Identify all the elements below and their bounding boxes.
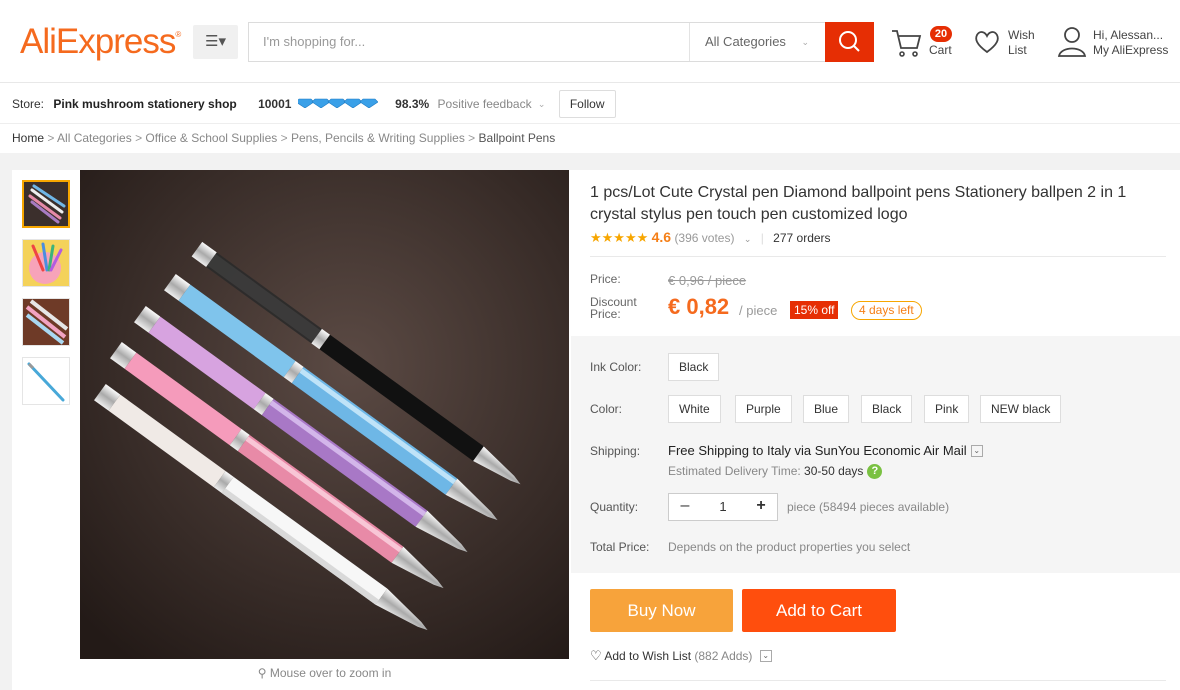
category-select[interactable]: All Categories ⌄ [689,23,825,61]
thumbnail-4[interactable] [22,357,70,405]
quantity-decrease-button[interactable]: – [673,494,697,520]
divider [590,680,1166,681]
days-left-badge: 4 days left [851,301,922,320]
site-header: AliExpress® ☰▾ I'm shopping for... All C… [0,0,1180,83]
discount-price: € 0,82 [668,294,730,319]
total-price-text: Depends on the product properties you se… [668,540,911,554]
store-score: 10001 [258,96,292,111]
breadcrumb-all-categories[interactable]: All Categories [57,131,132,145]
color-option-white[interactable]: White [668,395,721,423]
product-title: 1 pcs/Lot Cute Crystal pen Diamond ballp… [590,184,1127,223]
add-to-cart-button[interactable]: Add to Cart [742,589,896,632]
thumbnail-3[interactable] [22,298,70,346]
chevron-down-icon: ⌄ [801,37,809,47]
magnifier-icon: ⚲ [257,666,267,680]
thumbnail-1[interactable] [22,180,70,228]
cart-link[interactable]: 20 Cart [889,22,959,62]
price-label: Price: [590,272,621,286]
diamond-rank-icons [295,85,379,123]
color-option-blue[interactable]: Blue [803,395,850,423]
rating-row: ★★★★★ 4.6 (396 votes) ⌄ | 277 orders [590,229,831,245]
thumbnail-2[interactable] [22,239,70,287]
total-price-label: Total Price: [590,540,650,554]
buy-now-button[interactable]: Buy Now [590,589,733,632]
chevron-down-icon: ⌄ [537,98,546,109]
ink-color-label: Ink Color: [590,360,642,374]
my-aliexpress-label: My AliExpress [1093,43,1169,57]
diamond-icon [295,98,379,109]
quantity-increase-button[interactable]: + [749,494,773,520]
heart-icon [975,31,999,54]
zoom-hint: ⚲ Mouse over to zoom in [257,666,392,680]
rating-value: 4.6 [651,229,672,245]
delivery-time: Estimated Delivery Time: 30-50 days? [668,464,883,480]
shipping-label: Shipping: [590,444,641,458]
crystal-pens-illustration [80,170,569,659]
search-button[interactable] [825,22,874,62]
discount-badge: 15% off [790,301,839,319]
shipping-method[interactable]: Free Shipping to Italy via SunYou Econom… [668,443,983,458]
votes-count[interactable]: (396 votes) [674,231,734,245]
wishlist-dropdown-icon[interactable]: ⌄ [759,649,772,662]
cart-label: Cart [929,43,952,57]
category-menu-button[interactable]: ☰▾ [193,25,238,59]
search-icon [839,31,860,52]
feedback-percent: 98.3% [395,96,430,111]
breadcrumb-home[interactable]: Home [12,131,44,145]
follow-button[interactable]: Follow [558,89,616,118]
account-link[interactable]: Hi, Alessan... My AliExpress [1053,22,1180,62]
orders-count: 277 orders [773,231,831,245]
search-bar: I'm shopping for... All Categories ⌄ [248,22,874,62]
user-icon [1057,27,1087,57]
quantity-stepper: – 1 + [668,493,778,521]
price-unit: / piece [739,303,778,318]
breadcrumb-office-school[interactable]: Office & School Supplies [145,131,277,145]
color-label: Color: [590,402,623,416]
quantity-input[interactable]: 1 [711,499,735,514]
color-option-black[interactable]: Black [861,395,913,423]
breadcrumb-ballpoint-pens[interactable]: Ballpoint Pens [479,131,556,145]
quantity-label: Quantity: [590,500,639,514]
search-input[interactable]: I'm shopping for... [263,34,365,49]
chevron-down-icon: ⌄ [743,234,752,244]
account-greeting: Hi, Alessan... [1093,28,1164,42]
heart-plus-icon: ♡ [590,648,602,663]
main-product-image[interactable] [80,170,569,659]
original-price: € 0,96 / piece [668,273,747,288]
color-option-pink[interactable]: Pink [924,395,970,423]
ink-option-black[interactable]: Black [668,353,720,381]
availability-text: piece (58494 pieces available) [787,500,950,514]
wish-label-line2: List [1008,43,1027,57]
store-name[interactable]: Pink mushroom stationery shop [53,85,236,123]
store-bar: Store: Pink mushroom stationery shop 100… [0,84,1180,124]
breadcrumb: Home > All Categories > Office & School … [12,131,556,145]
wish-label-line1: Wish [1008,28,1035,42]
discount-price-label: Discount Price: [590,295,637,321]
wish-list-link[interactable]: Wish List [972,22,1052,62]
feedback-label[interactable]: Positive feedback [438,85,532,123]
help-icon[interactable]: ? [867,464,883,480]
color-option-purple[interactable]: Purple [735,395,792,423]
add-to-wishlist[interactable]: ♡ Add to Wish List (882 Adds) ⌄ [590,648,772,664]
color-option-new-black[interactable]: NEW black [980,395,1062,423]
store-prefix: Store: [12,96,45,111]
star-rating-icons: ★★★★★ [590,230,649,245]
divider [590,256,1166,257]
cart-count-badge: 20 [930,26,952,42]
aliexpress-logo[interactable]: AliExpress® [20,22,181,62]
breadcrumb-pens-pencils[interactable]: Pens, Pencils & Writing Supplies [291,131,465,145]
shipping-dropdown-icon[interactable]: ⌄ [970,444,983,457]
cart-icon [892,30,922,57]
thumbnail-list [22,180,72,416]
